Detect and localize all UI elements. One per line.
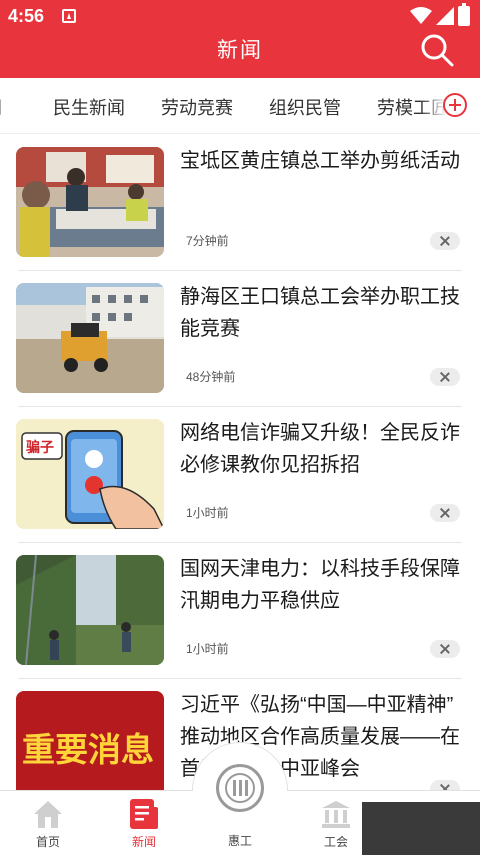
- news-item[interactable]: 静海区王口镇总工会举办职工技能竞赛 48分钟前: [0, 271, 480, 407]
- news-thumbnail: [16, 147, 164, 257]
- news-thumbnail: [16, 555, 164, 665]
- status-bar: 4:56: [0, 0, 480, 32]
- category-tabs: 新闻 民生新闻 劳动竞赛 组织民管 劳模工匠: [0, 78, 480, 134]
- news-thumbnail: 骗子: [16, 419, 164, 529]
- notification-icon: [62, 9, 76, 23]
- nav-news-label: 新闻: [131, 835, 156, 849]
- nav-news[interactable]: 新闻: [104, 791, 184, 855]
- dismiss-button[interactable]: [430, 368, 460, 386]
- news-headline: 网络电信诈骗又升级！全民反诈必修课教你见招拆招: [180, 422, 460, 476]
- dismiss-button[interactable]: [430, 640, 460, 658]
- news-thumbnail: [16, 283, 164, 393]
- wifi-icon: [410, 7, 432, 24]
- page-title: 新闻: [217, 39, 263, 62]
- union-emblem-icon[interactable]: [216, 764, 264, 812]
- dismiss-button[interactable]: [430, 232, 460, 250]
- tab-organization[interactable]: 组织民管: [269, 94, 341, 120]
- signal-icon: [436, 7, 454, 25]
- tab-labor-competition[interactable]: 劳动竞赛: [161, 94, 233, 120]
- nav-home-label: 首页: [35, 835, 60, 849]
- search-button[interactable]: [419, 32, 455, 68]
- overlay-block: [362, 802, 480, 855]
- search-icon: [421, 34, 454, 67]
- tab-news[interactable]: 新闻: [0, 94, 2, 120]
- news-time: 48分钟前: [186, 370, 236, 384]
- news-item[interactable]: 骗子 网络电信诈骗又升级！全民反诈必修课教你见招拆招 1小时前: [0, 407, 480, 543]
- news-item[interactable]: 宝坻区黄庄镇总工举办剪纸活动 7分钟前: [0, 135, 480, 271]
- news-time: 1小时前: [186, 642, 229, 656]
- news-time: 1小时前: [186, 506, 229, 520]
- tab-livelihood-news[interactable]: 民生新闻: [53, 94, 125, 120]
- news-item[interactable]: 国网天津电力：以科技手段保障汛期电力平稳供应 1小时前: [0, 543, 480, 679]
- nav-home[interactable]: 首页: [8, 791, 88, 855]
- dismiss-button[interactable]: [430, 504, 460, 522]
- news-icon: [130, 799, 158, 829]
- home-icon: [34, 801, 62, 828]
- add-tab-button[interactable]: [443, 93, 467, 117]
- news-time: 7分钟前: [186, 234, 229, 248]
- union-icon: [322, 801, 350, 828]
- news-headline: 静海区王口镇总工会举办职工技能竞赛: [180, 286, 460, 340]
- status-time: 4:56: [8, 6, 45, 26]
- news-thumbnail: 重要消息: [16, 691, 164, 801]
- nav-benefits-label[interactable]: 惠工: [200, 832, 280, 849]
- news-headline: 宝坻区黄庄镇总工举办剪纸活动: [180, 150, 460, 172]
- app-header: 4:56 新闻: [0, 0, 480, 78]
- battery-icon: [458, 3, 470, 26]
- image-caption: 重要消息: [22, 730, 154, 769]
- news-headline: 国网天津电力：以科技手段保障汛期电力平稳供应: [180, 558, 460, 612]
- image-caption: 骗子: [26, 439, 54, 456]
